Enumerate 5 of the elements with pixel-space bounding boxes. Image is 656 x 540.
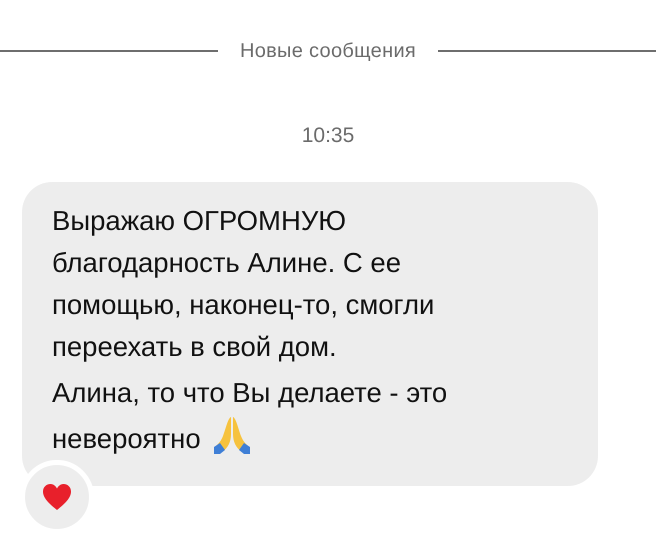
divider-label: Новые сообщения	[238, 39, 418, 64]
message-time: 10:35	[300, 123, 356, 149]
heart-icon	[42, 482, 72, 510]
message-paragraph: Алина, то что Вы делаете - это невероятно	[52, 376, 448, 456]
message-paragraph: Выражаю ОГРОМНУЮ благодарность Алине. С ее помощью, наконец-то, смогли переехать в свой дом.	[52, 204, 436, 364]
